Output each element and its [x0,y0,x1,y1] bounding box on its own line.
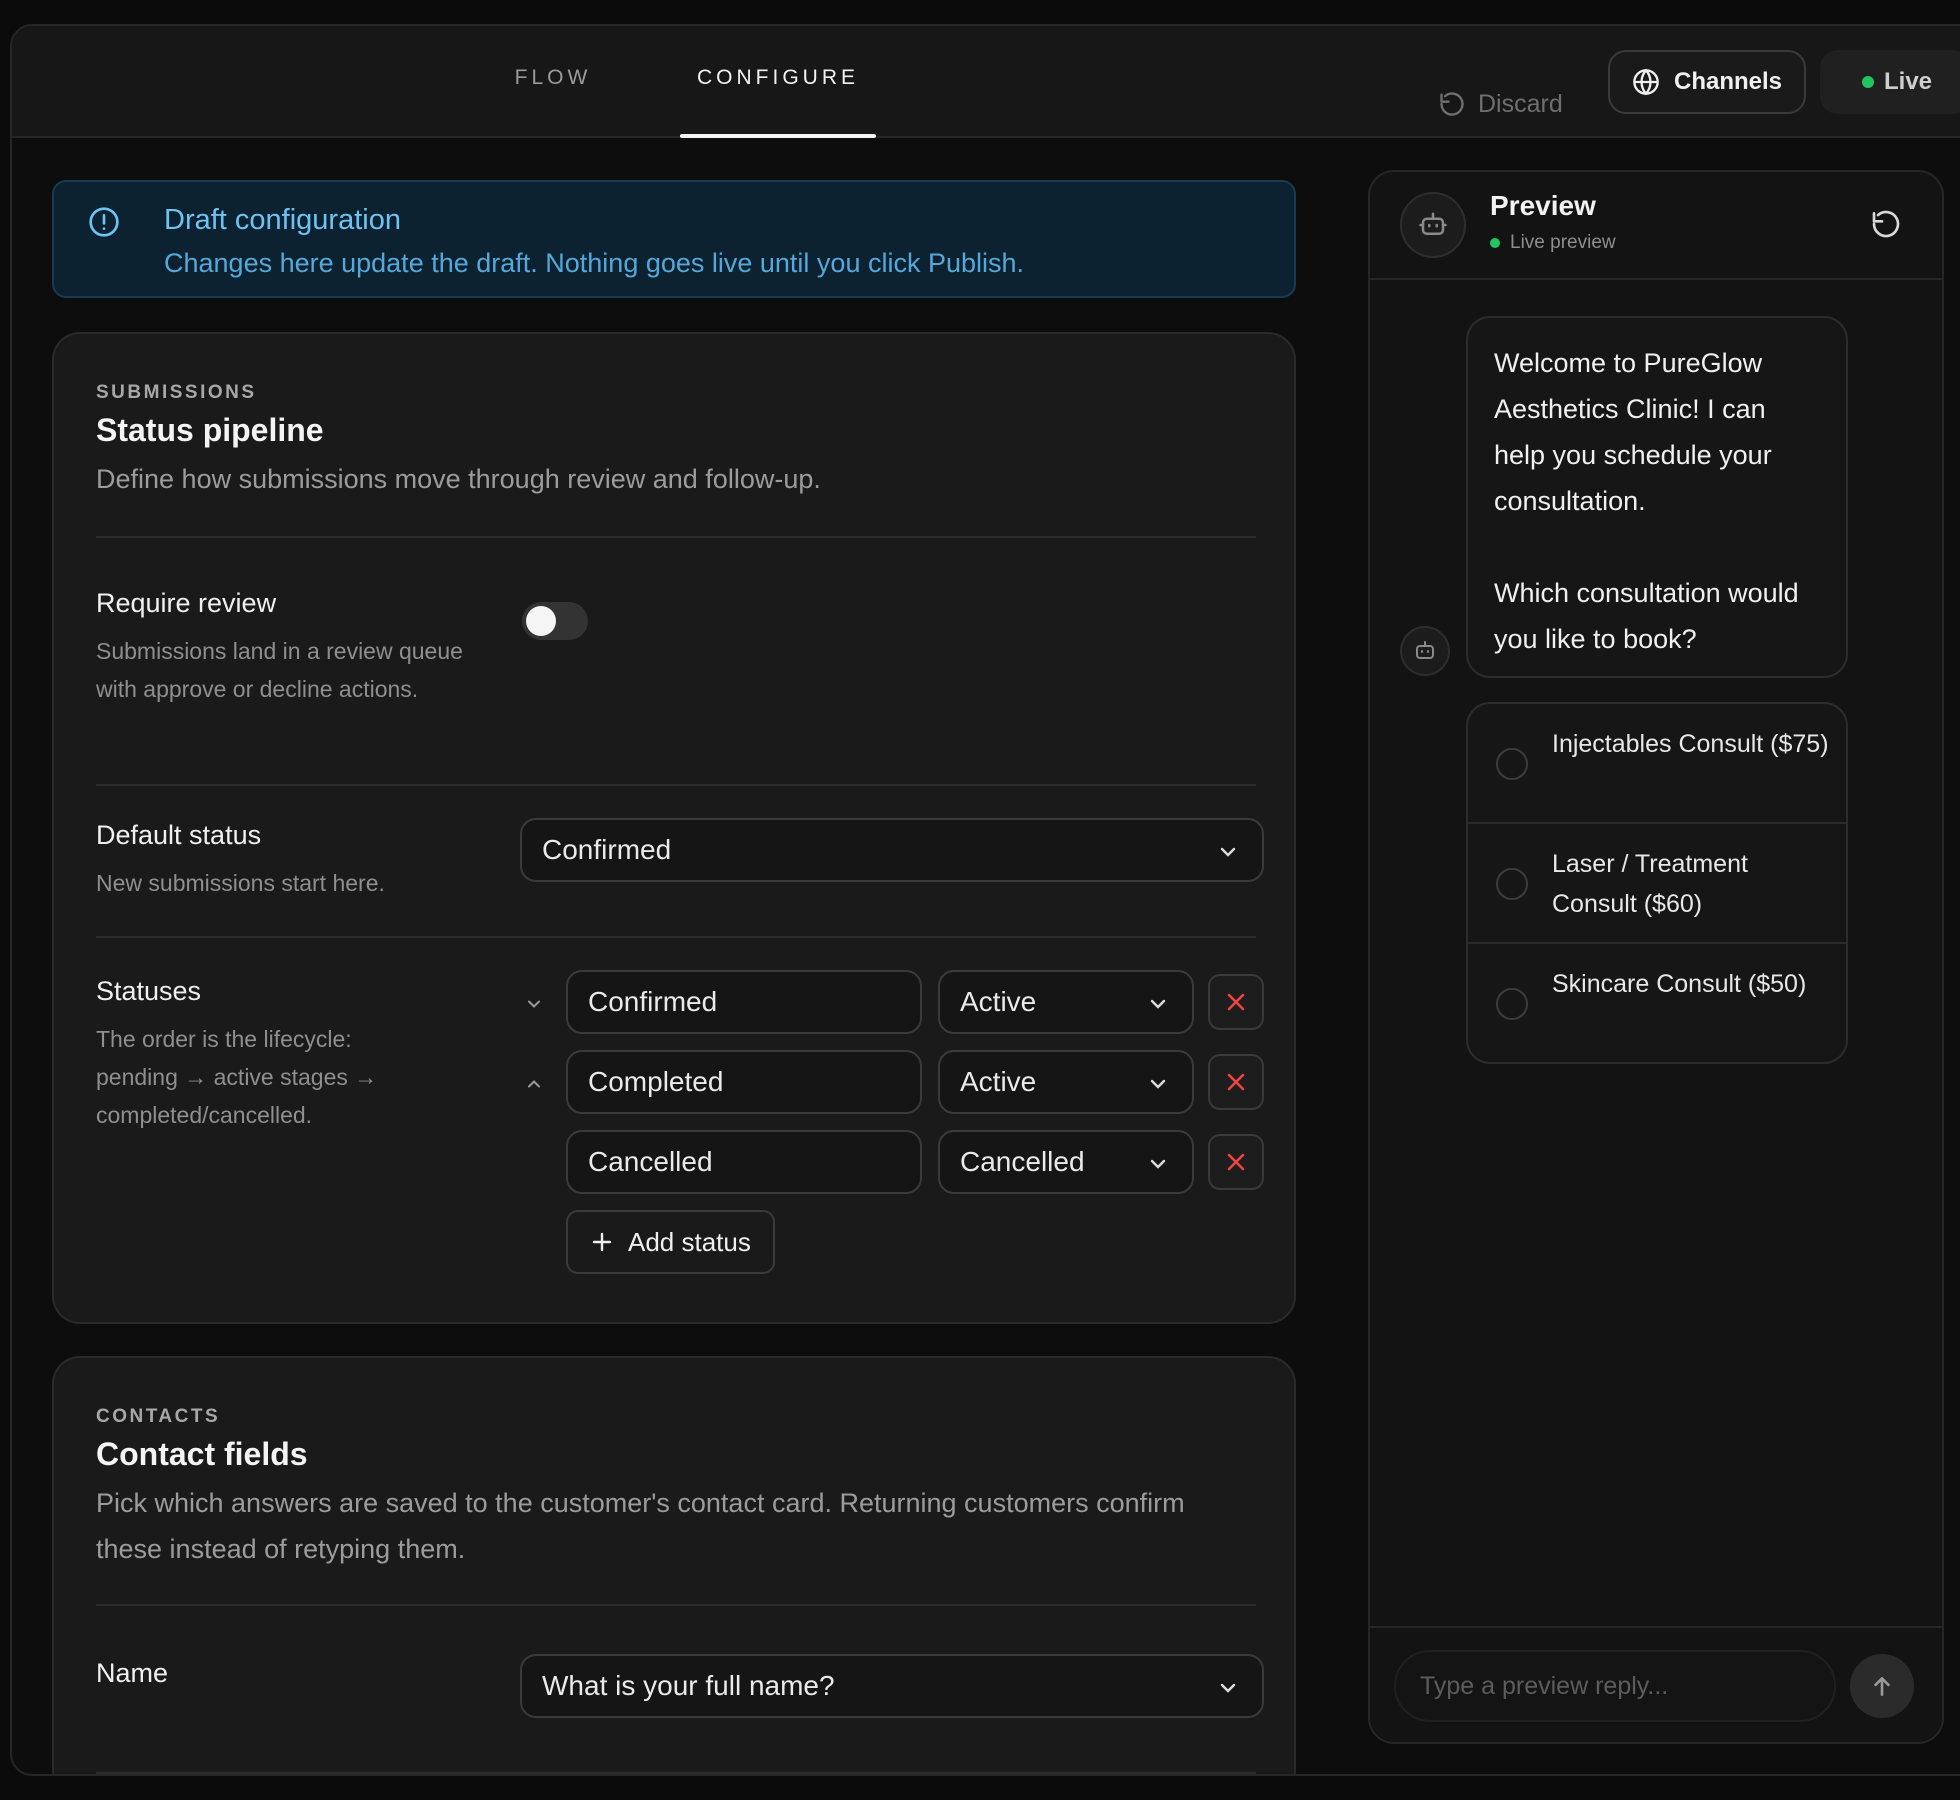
status-name-input[interactable]: Confirmed [566,970,922,1034]
remove-status-button[interactable] [1208,1054,1264,1110]
info-icon [89,207,119,237]
toggle-knob [526,606,556,636]
default-status-select[interactable]: Confirmed [520,818,1264,882]
divider [96,536,1256,538]
bot-avatar-small [1400,626,1450,676]
choice-options: Injectables Consult ($75) Laser / Treatm… [1466,702,1848,1064]
choice-label: Skincare Consult ($50) [1552,970,1807,998]
require-review-help: Submissions land in a review queue with … [96,638,463,702]
status-type-value: Cancelled [960,1146,1085,1177]
divider [96,784,1256,786]
default-status-help: New submissions start here. [96,870,385,896]
alert-message: Changes here update the draft. Nothing g… [164,248,1025,278]
preview-header: Preview Live preview [1370,172,1942,280]
discard-label: Discard [1478,89,1563,118]
preview-reply-input[interactable]: Type a preview reply... [1394,1650,1836,1722]
move-down-icon[interactable] [524,994,544,1014]
section-description: Pick which answers are saved to the cust… [96,1488,1185,1564]
choice-label: Injectables Consult ($75) [1552,730,1829,758]
remove-status-button[interactable] [1208,1134,1264,1190]
tab-configure[interactable]: CONFIGURE [680,66,876,138]
section-title: Contact fields [96,1436,308,1472]
status-name-input[interactable]: Cancelled [566,1130,922,1194]
top-bar: FLOW CONFIGURE Discard Channels Live [12,26,1960,138]
channels-label: Channels [1673,68,1783,95]
divider [96,936,1256,938]
section-eyebrow: CONTACTS [96,1406,221,1427]
close-icon [1227,1073,1245,1091]
preview-title: Preview [1490,190,1596,221]
chevron-down-icon [1150,999,1166,1009]
channels-button[interactable]: Channels [1608,50,1806,114]
default-status-label: Default status [96,820,262,850]
status-name-value: Cancelled [588,1146,713,1177]
require-review-toggle[interactable] [522,602,588,640]
name-field-label: Name [96,1658,169,1688]
add-status-button[interactable]: Add status [566,1210,775,1274]
bot-icon [1416,641,1434,659]
contact-fields-card: CONTACTS Contact fields Pick which answe… [52,1356,1296,1774]
tab-flow[interactable]: FLOW [498,66,608,138]
arrow-up-icon [1874,1677,1890,1696]
discard-button[interactable]: Discard [1438,75,1563,133]
chevron-down-icon [1150,1159,1166,1169]
preview-subtitle-text: Live preview [1510,232,1616,253]
status-name-input[interactable]: Completed [566,1050,922,1114]
chevron-down-icon [1220,847,1236,857]
live-label: Live [1884,68,1933,95]
choice-label: Laser / Treatment Consult ($60) [1552,850,1748,918]
globe-icon [1633,68,1659,96]
statuses-help: The order is the lifecycle: pending → ac… [96,1026,378,1128]
status-type-select[interactable]: Active [938,1050,1194,1114]
status-type-select[interactable]: Active [938,970,1194,1034]
choice-option[interactable]: Laser / Treatment Consult ($60) [1468,824,1846,944]
bot-message: Welcome to PureGlow Aesthetics Clinic! I… [1466,316,1848,678]
app-frame: FLOW CONFIGURE Discard Channels Live Dra… [10,24,1960,1776]
draft-alert: Draft configuration Changes here update … [52,180,1296,298]
chevron-down-icon [1150,1079,1166,1089]
alert-title: Draft configuration [164,204,401,236]
bot-avatar [1400,192,1466,258]
name-question-value: What is your full name? [542,1670,835,1701]
choice-option[interactable]: Skincare Consult ($50) [1468,944,1846,1062]
status-type-value: Active [960,1066,1037,1097]
section-description: Define how submissions move through revi… [96,464,821,494]
divider [96,1772,1256,1774]
send-button[interactable] [1850,1654,1914,1718]
close-icon [1227,993,1245,1011]
live-button[interactable]: Live [1820,50,1960,114]
radio-button[interactable] [1496,988,1528,1020]
remove-status-button[interactable] [1208,974,1264,1030]
chevron-down-icon [1220,1683,1236,1693]
refresh-icon[interactable] [1870,208,1902,240]
status-pipeline-card: SUBMISSIONS Status pipeline Define how s… [52,332,1296,1324]
undo-icon [1440,92,1464,116]
default-status-value: Confirmed [542,834,672,865]
choice-option[interactable]: Injectables Consult ($75) [1468,704,1846,824]
status-name-value: Confirmed [588,986,718,1017]
preview-footer: Type a preview reply... [1370,1626,1942,1742]
live-status-dot [1862,76,1874,88]
status-name-value: Completed [588,1066,724,1097]
radio-button[interactable] [1496,748,1528,780]
bot-icon [1419,212,1447,235]
preview-panel: Preview Live preview Welcome to PureGlow… [1368,170,1944,1744]
divider [96,1604,1256,1606]
preview-subtitle: Live preview [1490,232,1616,254]
radio-button[interactable] [1496,868,1528,900]
section-title: Status pipeline [96,412,324,448]
statuses-label: Statuses [96,976,202,1006]
live-status-dot [1490,238,1500,248]
require-review-label: Require review [96,588,277,618]
section-eyebrow: SUBMISSIONS [96,382,257,403]
close-icon [1227,1153,1245,1171]
add-status-label: Add status [628,1226,751,1257]
move-up-icon[interactable] [524,1074,544,1094]
name-question-select[interactable]: What is your full name? [520,1654,1264,1718]
status-type-value: Active [960,986,1037,1017]
plus-icon [592,1232,612,1252]
status-type-select[interactable]: Cancelled [938,1130,1194,1194]
